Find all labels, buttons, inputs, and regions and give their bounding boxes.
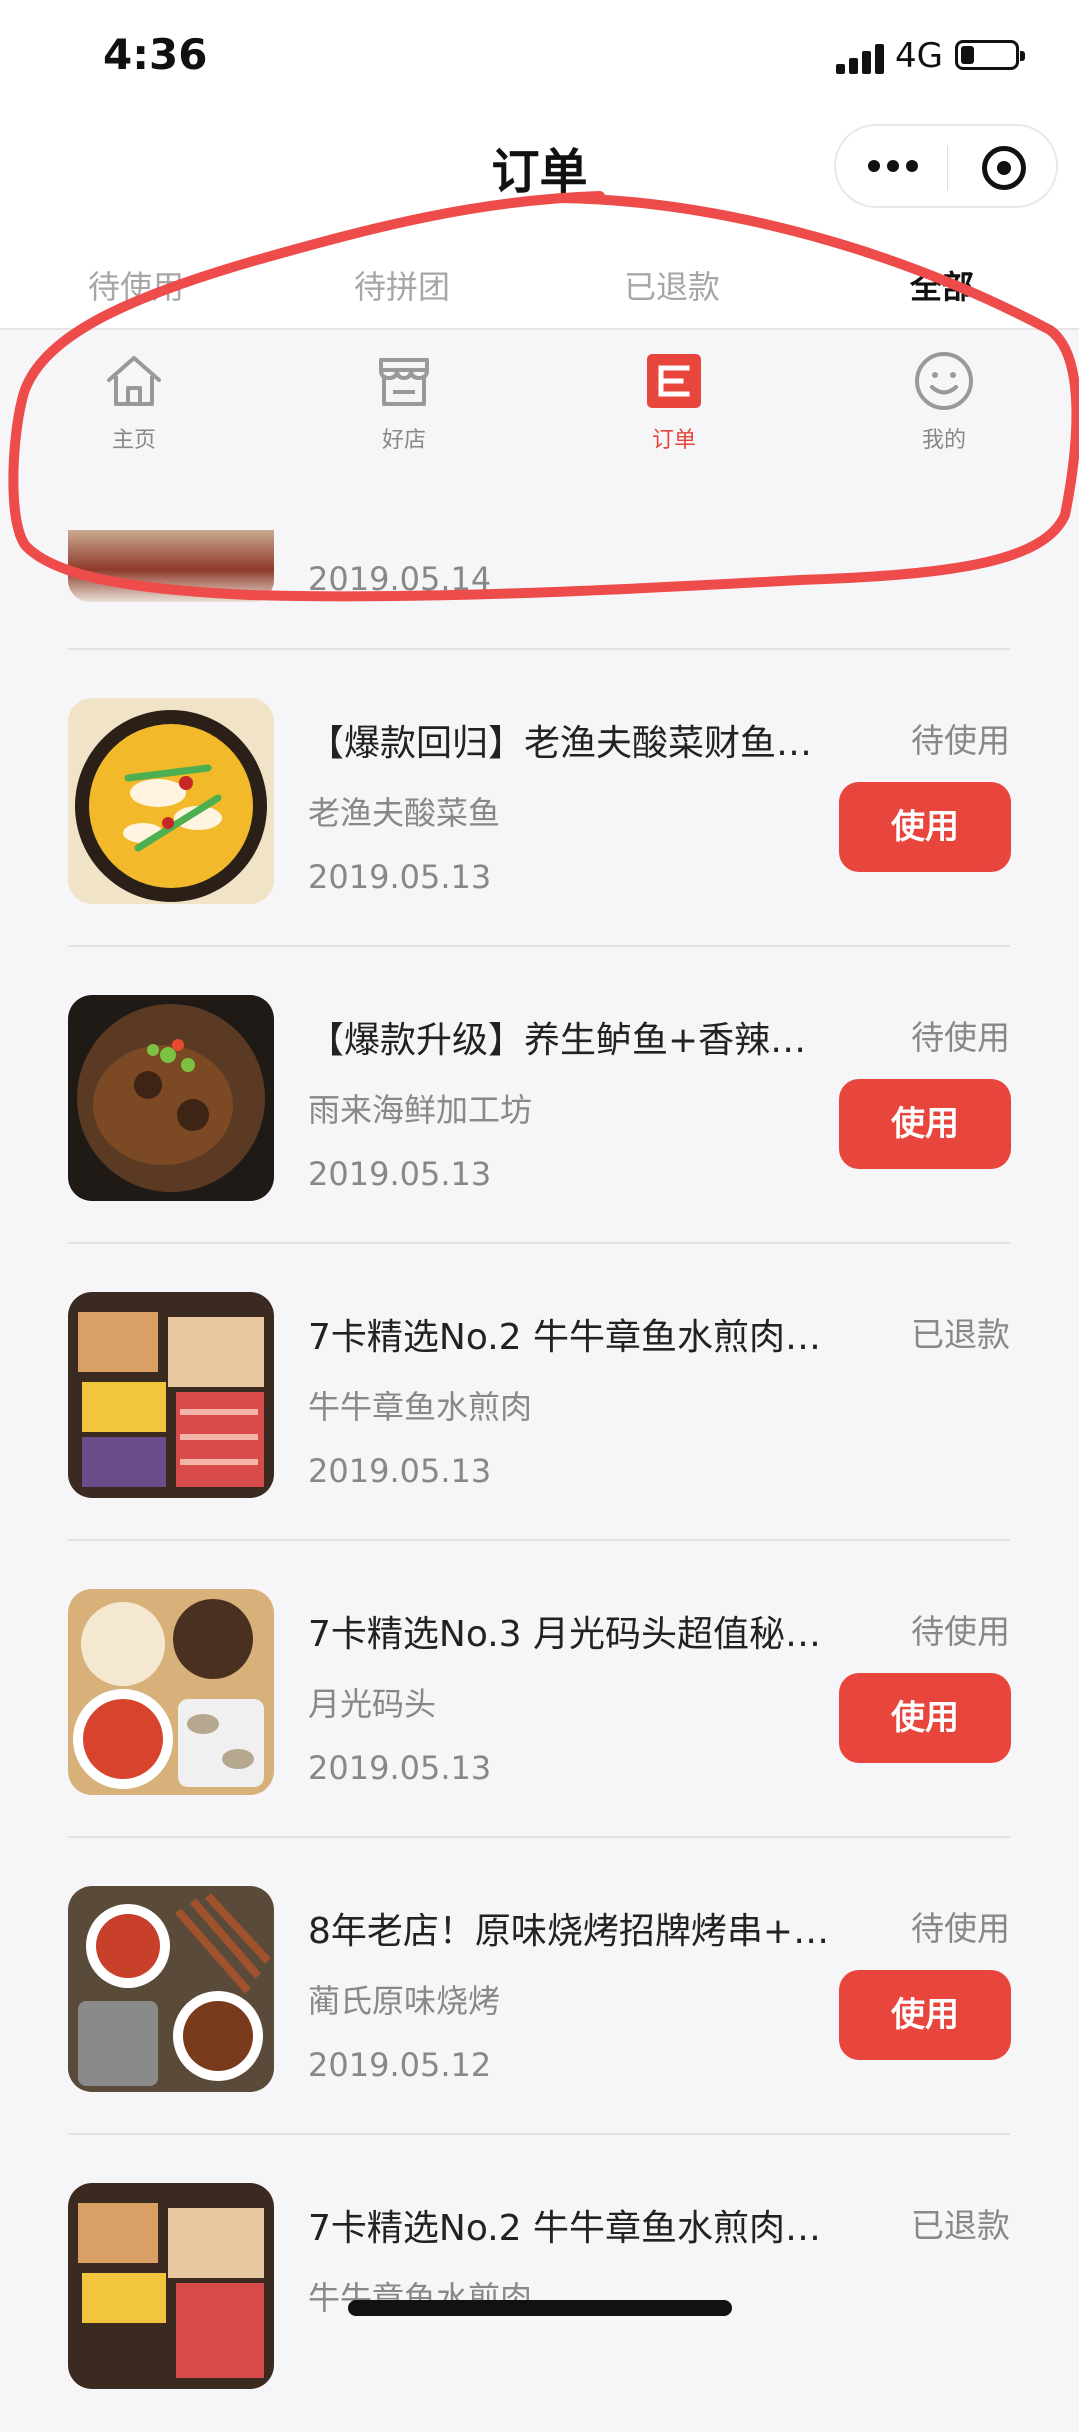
order-title: 8年老店！原味烧烤招牌烤串+… xyxy=(308,1911,830,1952)
use-button[interactable]: 使用 xyxy=(839,1079,1011,1169)
network-type: 4G xyxy=(895,36,943,76)
bottom-nav-orders[interactable]: 订单 xyxy=(604,348,744,454)
bottom-nav-shop[interactable]: 好店 xyxy=(334,348,474,454)
tab-refunded[interactable]: 已退款 xyxy=(624,262,720,308)
home-icon xyxy=(107,356,161,406)
order-item[interactable]: 【爆款升级】养生鲈鱼+香辣… 待使用 雨来海鲜加工坊 2019.05.13 使用 xyxy=(0,947,1079,1244)
order-thumbnail xyxy=(68,1292,274,1498)
bottom-nav-label: 主页 xyxy=(111,428,156,453)
order-status: 待使用 xyxy=(911,1612,1010,1651)
order-status: 待使用 xyxy=(911,1909,1010,1948)
order-thumbnail xyxy=(68,530,274,602)
order-thumbnail xyxy=(68,995,274,1201)
order-item[interactable]: 7卡精选No.2 牛牛章鱼水煎肉… 已退款 牛牛章鱼水煎肉 2019.05.13 xyxy=(0,1244,1079,1541)
use-button[interactable]: 使用 xyxy=(839,1970,1011,2060)
signal-icon xyxy=(836,44,884,74)
more-icon[interactable] xyxy=(868,160,918,174)
order-item[interactable]: 【爆款回归】老渔夫酸菜财鱼… 待使用 老渔夫酸菜鱼 2019.05.13 使用 xyxy=(0,650,1079,947)
order-date: 2019.05.13 xyxy=(308,1452,492,1490)
order-thumbnail xyxy=(68,2183,274,2389)
order-item-partial[interactable]: 2019.05.14 xyxy=(0,530,1079,650)
order-status: 已退款 xyxy=(911,1315,1010,1354)
order-item[interactable]: 7卡精选No.3 月光码头超值秘… 待使用 月光码头 2019.05.13 使用 xyxy=(0,1541,1079,1838)
order-date: 2019.05.13 xyxy=(308,858,492,896)
order-thumbnail xyxy=(68,698,274,904)
order-shop-name: 牛牛章鱼水煎肉 xyxy=(308,1388,533,1426)
bottom-nav-label: 我的 xyxy=(921,428,966,453)
order-thumbnail xyxy=(68,1589,274,1795)
battery-icon xyxy=(955,40,1025,70)
order-shop-name: 雨来海鲜加工坊 xyxy=(308,1091,533,1129)
nav-bar: 订单 xyxy=(0,120,1079,240)
order-status: 已退款 xyxy=(911,2206,1010,2245)
tab-to-use[interactable]: 待使用 xyxy=(88,262,184,308)
order-thumbnail xyxy=(68,1886,274,2092)
order-shop-name: 蔺氏原味烧烤 xyxy=(308,1982,501,2020)
capsule-divider xyxy=(947,146,948,190)
bottom-nav-label: 订单 xyxy=(651,428,696,453)
order-title: 【爆款升级】养生鲈鱼+香辣… xyxy=(308,1020,807,1061)
status-time: 4:36 xyxy=(103,30,208,79)
order-title: 【爆款回归】老渔夫酸菜财鱼… xyxy=(308,723,813,764)
order-shop-name: 月光码头 xyxy=(308,1685,437,1723)
order-status: 待使用 xyxy=(911,721,1010,760)
tab-all[interactable]: 全部 xyxy=(910,262,974,308)
use-button[interactable]: 使用 xyxy=(839,1673,1011,1763)
tab-pending-group[interactable]: 待拼团 xyxy=(354,262,450,308)
bottom-nav-home[interactable]: 主页 xyxy=(64,348,204,454)
bottom-nav-profile[interactable]: 我的 xyxy=(874,348,1014,454)
miniprogram-capsule xyxy=(834,124,1058,208)
use-button[interactable]: 使用 xyxy=(839,782,1011,872)
order-status: 待使用 xyxy=(911,1018,1010,1057)
order-date: 2019.05.13 xyxy=(308,1749,492,1787)
order-item[interactable]: 8年老店！原味烧烤招牌烤串+… 待使用 蔺氏原味烧烤 2019.05.12 使用 xyxy=(0,1838,1079,2135)
order-date: 2019.05.12 xyxy=(308,2046,492,2084)
order-icon xyxy=(647,354,701,408)
order-title: 7卡精选No.2 牛牛章鱼水煎肉… xyxy=(308,1317,822,1358)
close-miniprogram-icon[interactable] xyxy=(982,146,1026,190)
order-shop-name: 老渔夫酸菜鱼 xyxy=(308,794,501,832)
order-title: 7卡精选No.2 牛牛章鱼水煎肉… xyxy=(308,2208,822,2249)
order-tabs: 待使用 待拼团 已退款 全部 xyxy=(0,240,1079,330)
home-indicator xyxy=(348,2300,732,2316)
bottom-nav: 主页 好店 订单 我的 xyxy=(0,330,1079,540)
bottom-nav-label: 好店 xyxy=(381,428,426,453)
shop-icon xyxy=(379,358,429,406)
order-title: 7卡精选No.3 月光码头超值秘… xyxy=(308,1614,822,1655)
order-date: 2019.05.14 xyxy=(308,560,492,598)
order-date: 2019.05.13 xyxy=(308,1155,492,1193)
status-bar: 4:36 4G xyxy=(0,0,1079,120)
order-item[interactable]: 7卡精选No.2 牛牛章鱼水煎肉… 已退款 牛牛章鱼水煎肉 xyxy=(0,2135,1079,2432)
profile-icon xyxy=(915,352,973,410)
